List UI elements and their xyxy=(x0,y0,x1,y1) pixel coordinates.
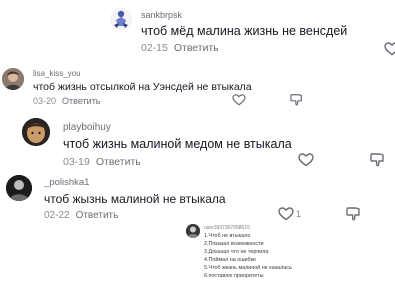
avatar[interactable] xyxy=(22,118,50,146)
comment-text: чтоб мёд малина жизнь не венсдей xyxy=(141,24,348,38)
comment-text: чтоб жизнь малиной медом не втыкала xyxy=(63,137,292,151)
thumbs-down-icon[interactable] xyxy=(370,152,386,167)
comment-date: 03-19 xyxy=(63,156,90,168)
sticker-line: 4.Поймал на ошибке xyxy=(204,257,257,263)
comment-date: 02-15 xyxy=(141,42,168,54)
reply-button[interactable]: Ответить xyxy=(96,156,141,168)
comment-username[interactable]: lisa_kiss_you xyxy=(33,69,81,78)
comment-text: чтоб жызнь малиной не втыкала xyxy=(44,192,226,206)
thumbs-down-icon[interactable] xyxy=(346,206,362,221)
avatar[interactable] xyxy=(6,175,32,201)
avatar[interactable] xyxy=(110,8,132,30)
heart-outline-icon[interactable] xyxy=(232,94,246,106)
comment-username[interactable]: _polishka1 xyxy=(44,177,89,188)
comment-text: чтоб жизнь отсылкой на Уэнсдей не втыкал… xyxy=(33,81,252,93)
sticker-comment: user3937307058615 1.Чтоб не втыкало 2.По… xyxy=(186,224,366,281)
thumbs-down-icon[interactable] xyxy=(290,93,304,106)
comment-meta: 03-20 Ответить xyxy=(33,96,101,106)
comment-username[interactable]: playboihuy xyxy=(63,122,111,133)
comment-date: 02-22 xyxy=(44,210,70,221)
heart-outline-icon[interactable] xyxy=(298,153,314,167)
reply-button[interactable]: Ответить xyxy=(76,210,119,221)
heart-outline-icon[interactable] xyxy=(278,207,294,221)
reply-button[interactable]: Ответить xyxy=(62,96,100,106)
comment-username[interactable]: sankbrpsk xyxy=(141,10,182,20)
sticker-line: 2.Показал возможности xyxy=(204,241,264,247)
comment-meta: 03-19 Ответить xyxy=(63,156,141,168)
comment-meta: 02-22 Ответить xyxy=(44,210,118,221)
sticker-line: 1.Чтоб не втыкало xyxy=(204,233,251,239)
comment-date: 03-20 xyxy=(33,96,57,106)
sticker-line: 5.Чтоб жизнь малиной не казалась xyxy=(204,265,292,271)
comment-meta: 02-15 Ответить xyxy=(141,42,219,54)
reply-button[interactable]: Ответить xyxy=(174,42,219,54)
sticker-username: user3937307058615 xyxy=(204,225,250,231)
avatar xyxy=(186,224,200,238)
sticker-line: 6.поставлю приоритеты xyxy=(204,273,264,279)
avatar[interactable] xyxy=(2,68,24,90)
like-count: 1 xyxy=(296,209,302,219)
sticker-line: 3.Доказал что не терпила xyxy=(204,249,269,255)
heart-outline-icon[interactable] xyxy=(384,42,395,56)
